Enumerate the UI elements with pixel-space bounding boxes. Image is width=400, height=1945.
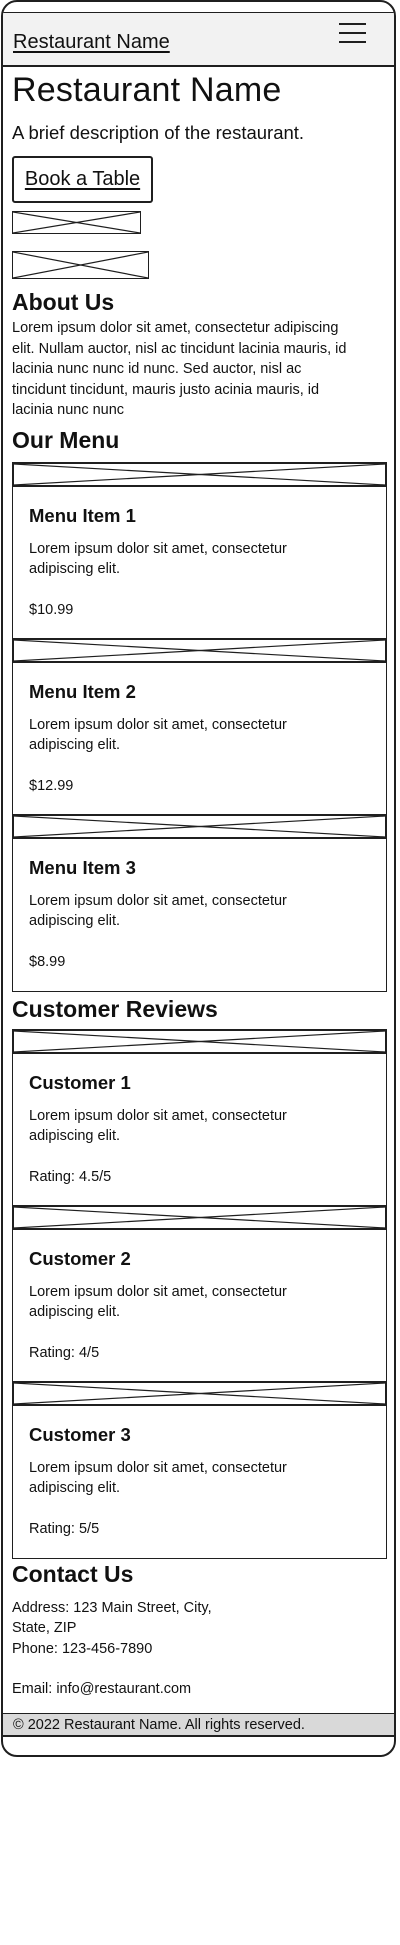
menu-card: Menu Item 1 Lorem ipsum dolor sit amet, … <box>12 461 387 639</box>
page-content: Restaurant Name A brief description of t… <box>3 71 394 1700</box>
review-rating: Rating: 4/5 <box>29 1344 100 1361</box>
hero-description: A brief description of the restaurant. <box>12 122 305 143</box>
review-text: Lorem ipsum dolor sit amet, consectetur … <box>29 1107 287 1145</box>
menu-item-price: $8.99 <box>29 953 66 970</box>
menu-list: Menu Item 1 Lorem ipsum dolor sit amet, … <box>12 461 387 992</box>
review-card: Customer 2 Lorem ipsum dolor sit amet, c… <box>12 1204 387 1382</box>
hero-title: Restaurant Name <box>12 71 282 109</box>
review-rating: Rating: 5/5 <box>29 1520 100 1537</box>
reviews-list: Customer 1 Lorem ipsum dolor sit amet, c… <box>12 1028 387 1559</box>
review-card: Customer 1 Lorem ipsum dolor sit amet, c… <box>12 1028 387 1206</box>
contact-address: Address: 123 Main Street, City, <box>12 1599 212 1616</box>
brand-link[interactable]: Restaurant Name <box>13 31 170 54</box>
menu-bar-line <box>339 41 366 43</box>
menu-title: Our Menu <box>12 426 120 453</box>
review-image-placeholder <box>12 1028 387 1054</box>
review-image-placeholder <box>12 1204 387 1230</box>
review-text: Lorem ipsum dolor sit amet, consectetur … <box>29 1283 287 1321</box>
review-text: Lorem ipsum dolor sit amet, consectetur … <box>29 1459 287 1497</box>
header-bar: Restaurant Name <box>3 12 394 67</box>
review-rating: Rating: 4.5/5 <box>29 1168 112 1185</box>
review-customer-name: Customer 3 <box>29 1423 131 1445</box>
review-card: Customer 3 Lorem ipsum dolor sit amet, c… <box>12 1380 387 1558</box>
contact-title: Contact Us <box>12 1560 134 1587</box>
menu-item-description: Lorem ipsum dolor sit amet, consectetur … <box>29 892 287 930</box>
device-frame: Restaurant Name Restaurant Name A brief … <box>1 0 396 1757</box>
menu-bar-line <box>339 23 366 25</box>
contact-info: Address: 123 Main Street, City, State, Z… <box>11 1598 386 1700</box>
book-table-button[interactable]: Book a Table <box>12 156 153 203</box>
menu-card: Menu Item 3 Lorem ipsum dolor sit amet, … <box>12 813 387 991</box>
contact-email: Email: info@restaurant.com <box>12 1681 192 1697</box>
review-customer-name: Customer 2 <box>29 1247 131 1269</box>
menu-item-price: $10.99 <box>29 601 74 618</box>
footer: © 2022 Restaurant Name. All rights reser… <box>3 1713 394 1737</box>
review-image-placeholder <box>12 1380 387 1406</box>
contact-address: State, ZIP <box>12 1620 77 1636</box>
menu-item-image-placeholder <box>12 813 387 839</box>
contact-phone: Phone: 123-456-7890 <box>12 1640 153 1657</box>
menu-item-description: Lorem ipsum dolor sit amet, consectetur … <box>29 540 287 578</box>
review-customer-name: Customer 1 <box>29 1071 131 1093</box>
menu-item-description: Lorem ipsum dolor sit amet, consectetur … <box>29 716 287 754</box>
menu-bar-line <box>339 32 366 34</box>
hamburger-menu-icon[interactable] <box>339 23 366 45</box>
menu-item-name: Menu Item 2 <box>29 680 136 702</box>
image-placeholder <box>12 251 149 279</box>
image-placeholder <box>12 211 141 234</box>
menu-item-name: Menu Item 1 <box>29 504 136 526</box>
about-title: About Us <box>12 289 115 315</box>
menu-item-name: Menu Item 3 <box>29 856 136 878</box>
about-text: Lorem ipsum dolor sit amet, consectetur … <box>12 320 347 418</box>
reviews-title: Customer Reviews <box>12 995 218 1022</box>
menu-item-image-placeholder <box>12 461 387 487</box>
menu-item-price: $12.99 <box>29 777 74 794</box>
menu-item-image-placeholder <box>12 637 387 663</box>
menu-card: Menu Item 2 Lorem ipsum dolor sit amet, … <box>12 637 387 815</box>
